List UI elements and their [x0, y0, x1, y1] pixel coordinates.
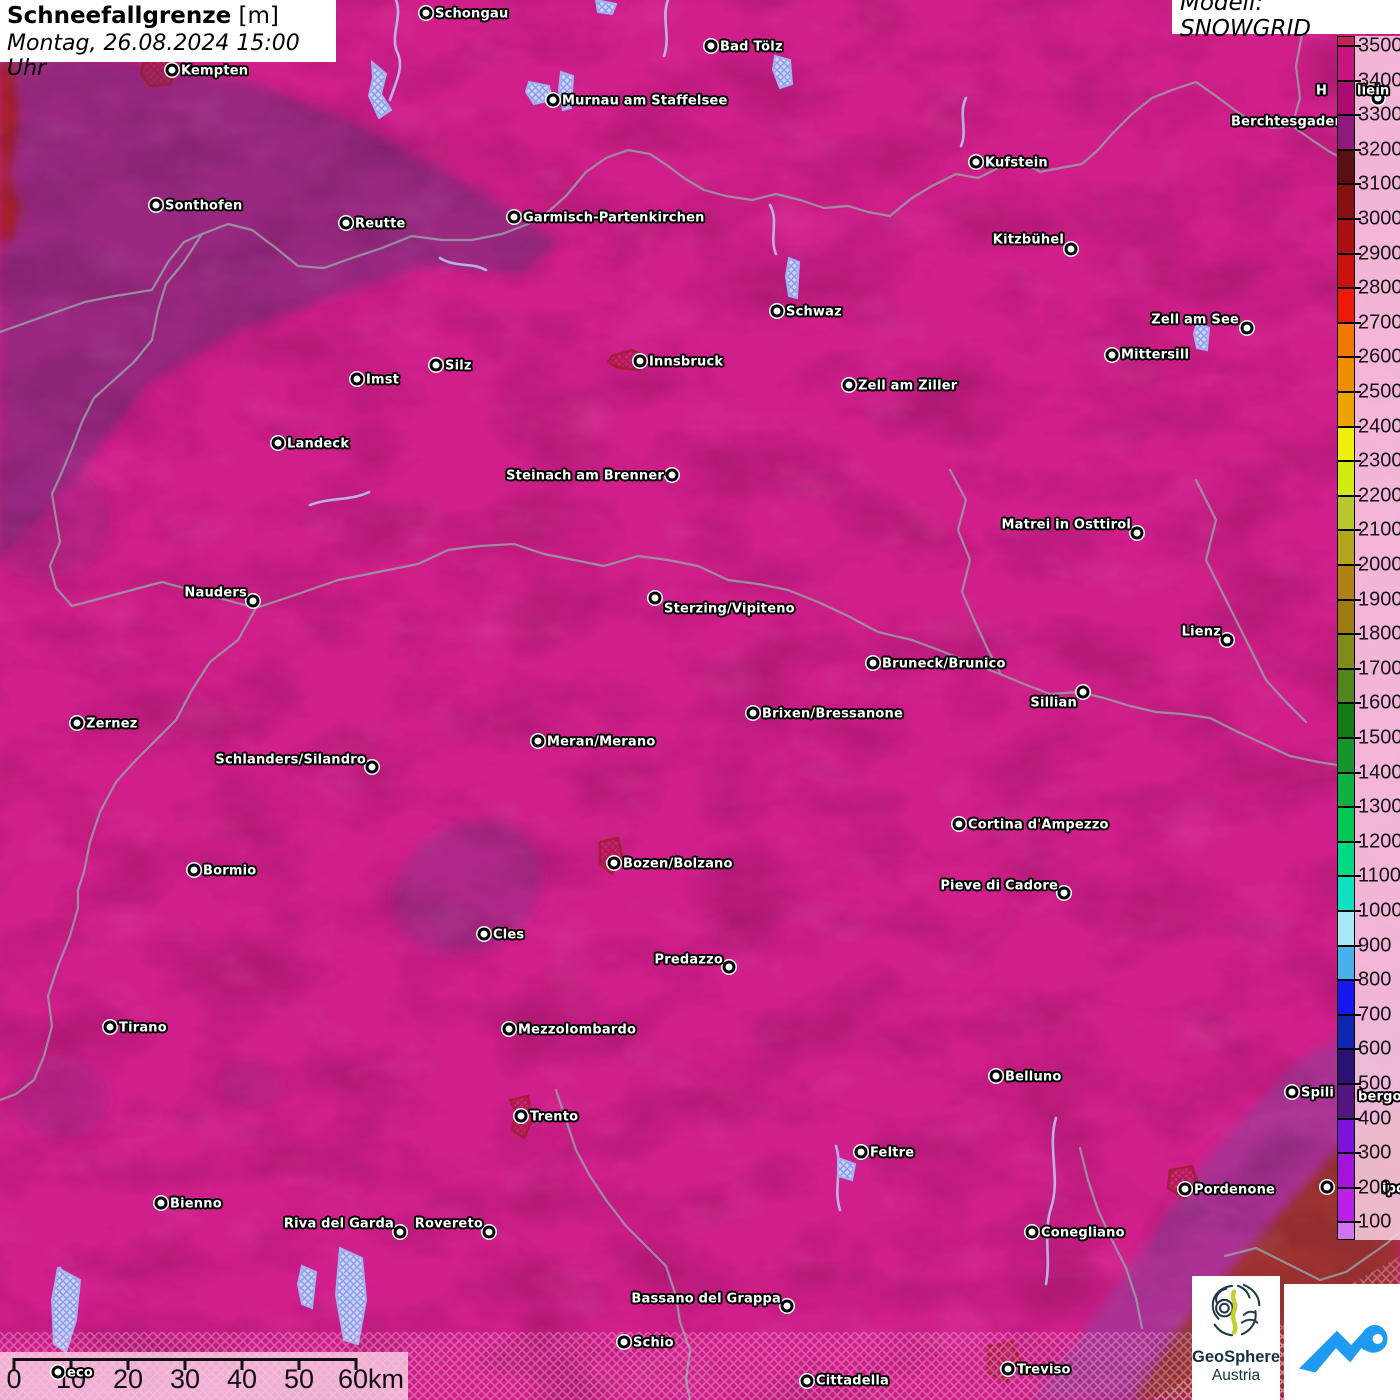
scalebar-label: 0 — [6, 1364, 22, 1394]
lake-kochelsee — [557, 70, 575, 112]
geosphere-wordmark: GeoSphere — [1192, 1348, 1281, 1366]
lake-achensee — [784, 256, 801, 300]
scalebar-label: 50 — [283, 1364, 315, 1394]
map-datetime: Montag, 26.08.2024 15:00 Uhr — [7, 30, 300, 82]
map-title: Schneefallgrenze — [7, 3, 232, 29]
map-canvas — [0, 0, 1400, 1400]
scalebar: 0 10 20 30 40 50 60km — [0, 1352, 408, 1400]
geosphere-contour-logo — [1211, 1283, 1261, 1337]
scalebar-label: 30 — [169, 1364, 201, 1394]
geosphere-logo-box: GeoSphere Austria — [1192, 1276, 1280, 1400]
scalebar-label: 40 — [226, 1364, 258, 1394]
blue-mountain-logo — [1299, 1325, 1388, 1373]
geosphere-country: Austria — [1211, 1366, 1261, 1384]
model-box: Modell: SNOWGRID — [1172, 0, 1400, 42]
scalebar-label: 10 — [55, 1364, 87, 1394]
snowfall-line-weather-map: Schongau Bad Tölz Kempten Murnau am Staffel… — [0, 0, 1400, 1400]
title-box: Schneefallgrenze [m] Montag, 26.08.2024 … — [0, 0, 336, 81]
scalebar-label: 20 — [112, 1364, 144, 1394]
partner-logo-box — [1284, 1284, 1400, 1400]
scalebar-label: 60km — [337, 1364, 405, 1394]
lake-zeller-see — [1192, 320, 1211, 352]
map-unit: [m] — [238, 3, 279, 29]
legend-strip-background — [1337, 36, 1400, 1240]
model-label: Modell: SNOWGRID — [1180, 0, 1311, 42]
lake-idro — [296, 1264, 318, 1310]
